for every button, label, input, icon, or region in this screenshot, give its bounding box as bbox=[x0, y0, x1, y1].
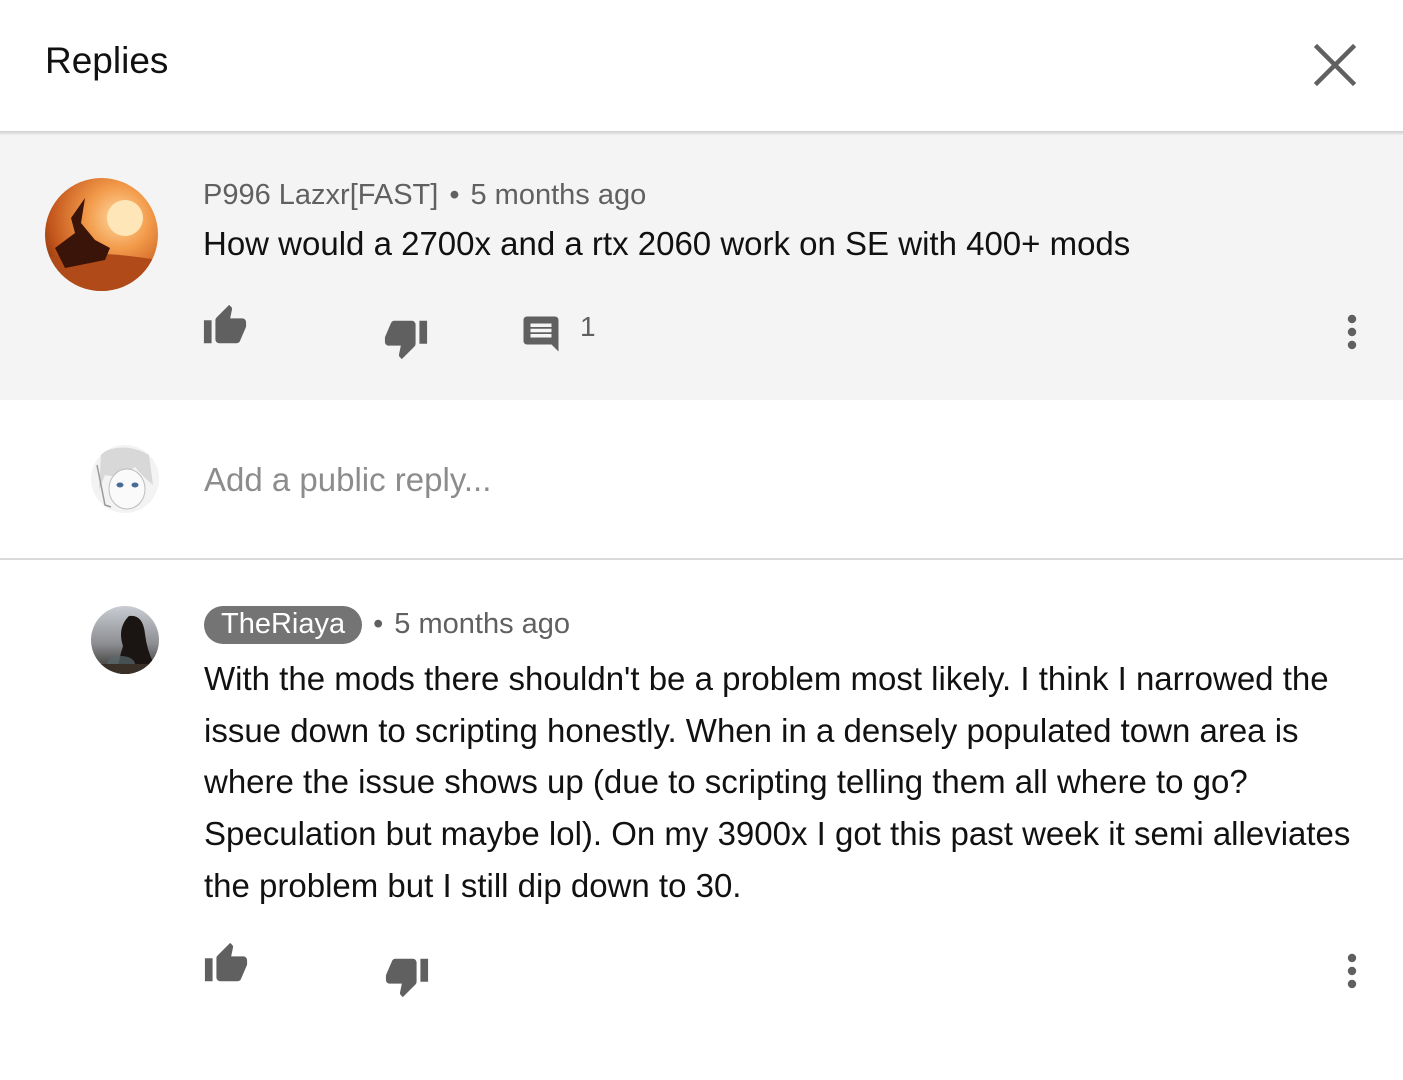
comment-text: With the mods there shouldn't be a probl… bbox=[204, 660, 1351, 904]
comment-meta: TheRiaya • 5 months ago bbox=[204, 606, 570, 644]
page-title: Replies bbox=[45, 40, 169, 81]
thumb-up-icon bbox=[203, 304, 247, 344]
divider bbox=[0, 558, 1403, 560]
reply-count: 1 bbox=[580, 311, 596, 342]
more-vert-icon bbox=[1347, 953, 1357, 989]
reply-input[interactable] bbox=[204, 458, 1304, 502]
thumb-up-icon bbox=[204, 942, 248, 982]
comment-icon bbox=[523, 316, 559, 352]
avatar[interactable] bbox=[91, 445, 159, 513]
author-name[interactable]: P996 Lazxr[FAST] bbox=[203, 179, 438, 211]
meta-separator: • bbox=[449, 179, 460, 211]
reply-composer bbox=[0, 400, 1403, 558]
more-options-button[interactable] bbox=[1338, 950, 1366, 992]
dislike-button[interactable] bbox=[381, 315, 431, 361]
like-button[interactable] bbox=[200, 303, 250, 349]
reply-button[interactable] bbox=[518, 313, 564, 355]
comment-time[interactable]: 5 months ago bbox=[394, 608, 570, 640]
more-vert-icon bbox=[1347, 314, 1357, 350]
close-button[interactable] bbox=[1308, 38, 1362, 92]
dislike-button[interactable] bbox=[382, 953, 432, 999]
meta-separator: • bbox=[373, 608, 384, 640]
author-name[interactable]: TheRiaya bbox=[204, 606, 363, 644]
like-button[interactable] bbox=[201, 941, 251, 987]
more-options-button[interactable] bbox=[1338, 311, 1366, 353]
avatar[interactable] bbox=[91, 606, 159, 674]
thumb-down-icon bbox=[385, 958, 429, 998]
parent-comment: P996 Lazxr[FAST] • 5 months ago How would … bbox=[0, 135, 1403, 400]
avatar[interactable] bbox=[45, 178, 158, 291]
comment-meta: P996 Lazxr[FAST] • 5 months ago bbox=[203, 179, 646, 212]
thumb-down-icon bbox=[384, 320, 428, 360]
replies-header: Replies bbox=[0, 0, 1403, 133]
close-icon bbox=[1313, 43, 1357, 87]
comment-time[interactable]: 5 months ago bbox=[470, 179, 646, 211]
comment-text: How would a 2700x and a rtx 2060 work on… bbox=[203, 225, 1131, 262]
